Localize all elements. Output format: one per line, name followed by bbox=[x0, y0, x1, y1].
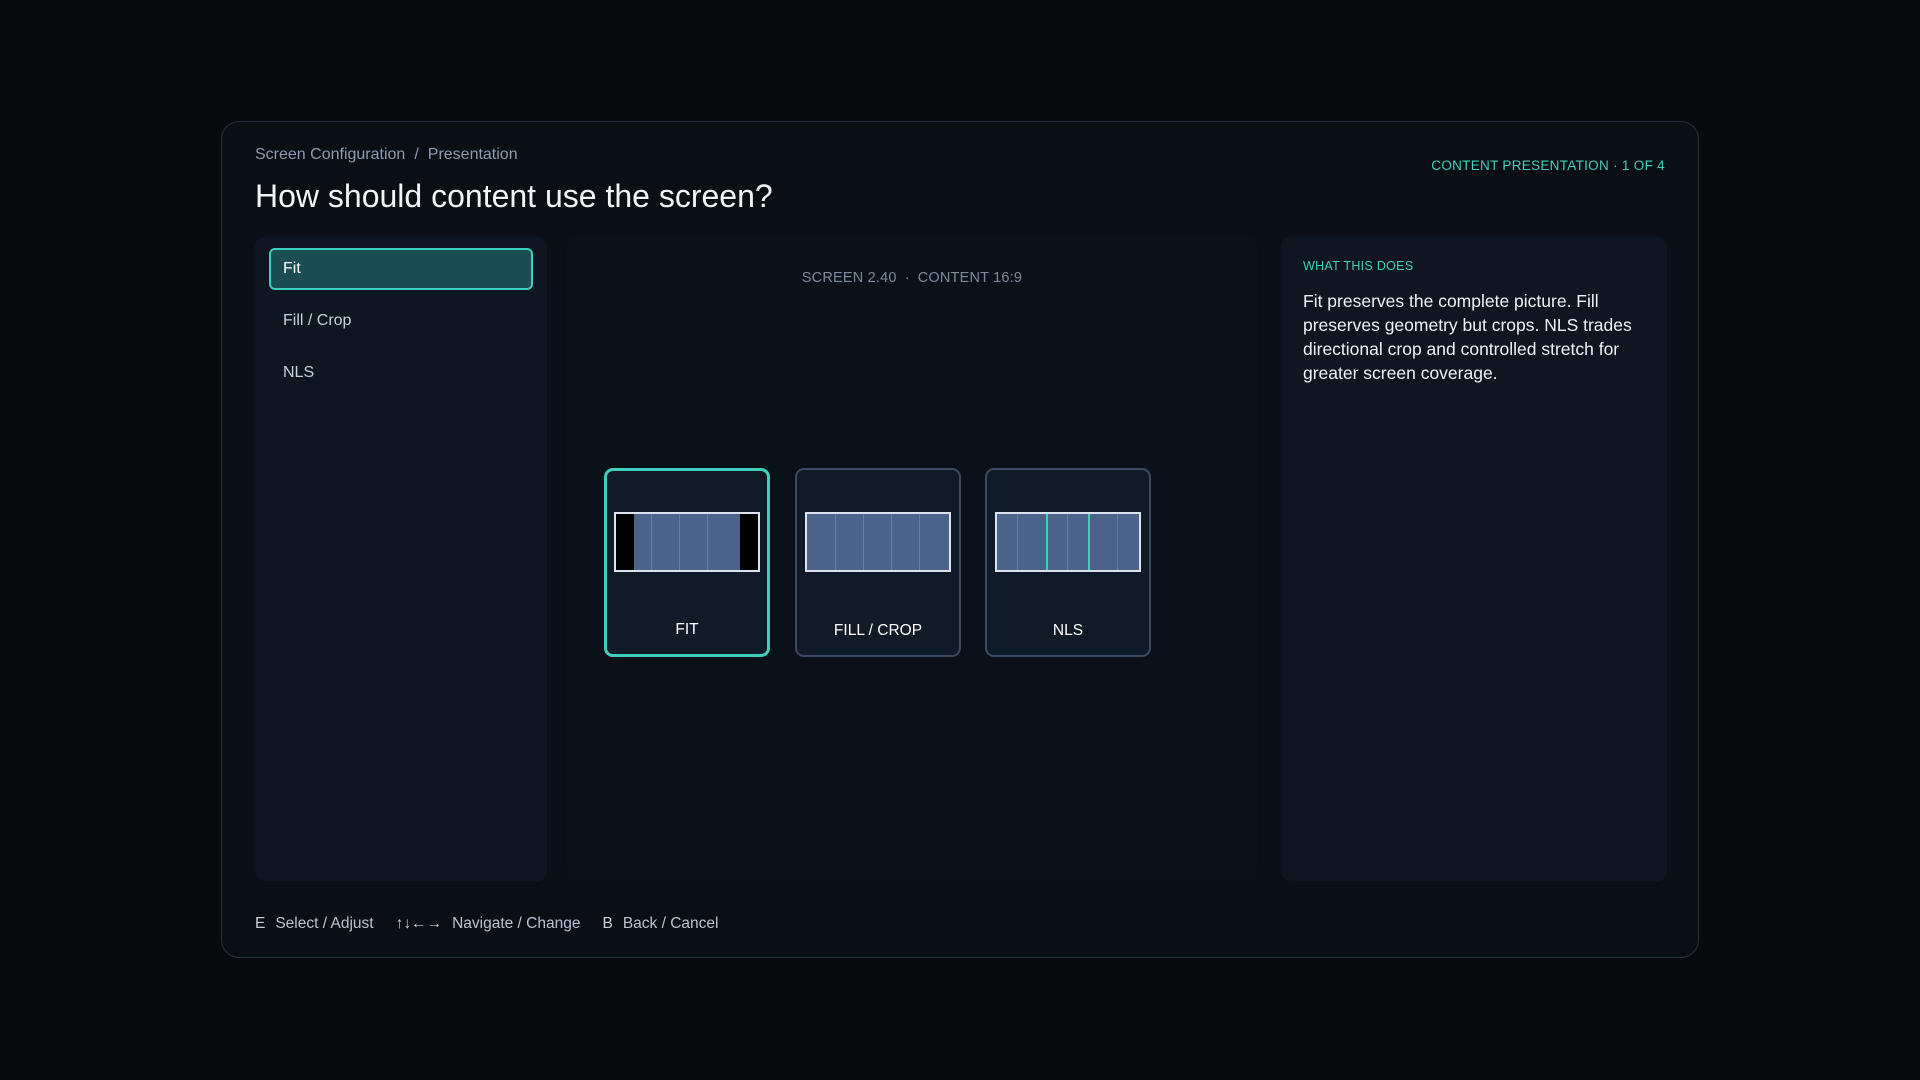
nls-stretch-boundary-right bbox=[1088, 514, 1090, 570]
thumb-gridline bbox=[707, 514, 708, 570]
preview-meta: SCREEN 2.40 · CONTENT 16:9 bbox=[567, 270, 1257, 286]
breadcrumb: Screen Configuration / Presentation bbox=[255, 146, 518, 164]
thumb-gridline bbox=[1117, 514, 1118, 570]
nonlinear-stretch-icon bbox=[995, 512, 1141, 572]
mode-card-fit[interactable]: FIT bbox=[604, 468, 770, 657]
preview-panel: SCREEN 2.40 · CONTENT 16:9 FIT FILL / CROP bbox=[567, 237, 1257, 881]
thumb-gridline bbox=[863, 514, 864, 570]
mode-card-fill-crop[interactable]: FILL / CROP bbox=[795, 468, 961, 657]
thumb-gridline bbox=[679, 514, 680, 570]
mode-card-label: FIT bbox=[675, 621, 699, 638]
hint-back: B Back / Cancel bbox=[602, 915, 718, 933]
button-b-glyph: B bbox=[602, 915, 613, 932]
pillarbox-right-bar bbox=[740, 514, 758, 570]
info-heading: WHAT THIS DOES bbox=[1303, 259, 1414, 273]
fill-crop-icon bbox=[805, 512, 951, 572]
arrow-keys-glyph: ↑↓←→ bbox=[395, 915, 443, 932]
hint-navigate: ↑↓←→ Navigate / Change bbox=[396, 915, 581, 933]
mode-card-label: NLS bbox=[1052, 622, 1084, 639]
hint-label: Select / Adjust bbox=[275, 915, 374, 932]
info-description: Fit preserves the complete picture. Fill… bbox=[1303, 291, 1632, 383]
thumb-gridline bbox=[651, 514, 652, 570]
pillarbox-left-bar bbox=[616, 514, 634, 570]
sidebar-item-fill-crop[interactable]: Fill / Crop bbox=[269, 300, 533, 342]
meta-separator: · bbox=[904, 270, 910, 286]
button-e-glyph: E bbox=[255, 915, 266, 932]
thumb-gridline bbox=[891, 514, 892, 570]
thumb-gridline bbox=[835, 514, 836, 570]
thumb-gridline bbox=[1067, 514, 1068, 570]
mode-card-label: FILL / CROP bbox=[833, 622, 923, 639]
breadcrumb-item-screen-configuration[interactable]: Screen Configuration bbox=[255, 146, 405, 164]
hint-label: Navigate / Change bbox=[452, 915, 581, 932]
hint-select: E Select / Adjust bbox=[255, 915, 374, 933]
mode-card-nls[interactable]: NLS bbox=[985, 468, 1151, 657]
nls-stretch-boundary-left bbox=[1046, 514, 1048, 570]
hint-label: Back / Cancel bbox=[622, 915, 719, 932]
mode-sidebar: Fit Fill / Crop NLS bbox=[255, 237, 547, 881]
controller-hints: E Select / Adjust ↑↓←→ Navigate / Change… bbox=[255, 915, 718, 933]
presentation-dialog: Screen Configuration / Presentation CONT… bbox=[221, 121, 1699, 958]
info-panel: WHAT THIS DOES Fit preserves the complet… bbox=[1281, 237, 1667, 881]
thumb-gridline bbox=[1017, 514, 1018, 570]
sidebar-item-fit[interactable]: Fit bbox=[269, 248, 533, 290]
thumb-gridline bbox=[919, 514, 920, 570]
breadcrumb-item-presentation: Presentation bbox=[427, 146, 518, 163]
screen-ratio-label: SCREEN 2.40 bbox=[801, 270, 897, 286]
letterbox-fit-icon bbox=[614, 512, 760, 572]
breadcrumb-separator: / bbox=[414, 146, 419, 163]
step-indicator: CONTENT PRESENTATION · 1 OF 4 bbox=[1431, 158, 1665, 173]
content-ratio-label: CONTENT 16:9 bbox=[917, 270, 1023, 286]
sidebar-item-nls[interactable]: NLS bbox=[269, 352, 533, 394]
page-title: How should content use the screen? bbox=[255, 178, 773, 214]
